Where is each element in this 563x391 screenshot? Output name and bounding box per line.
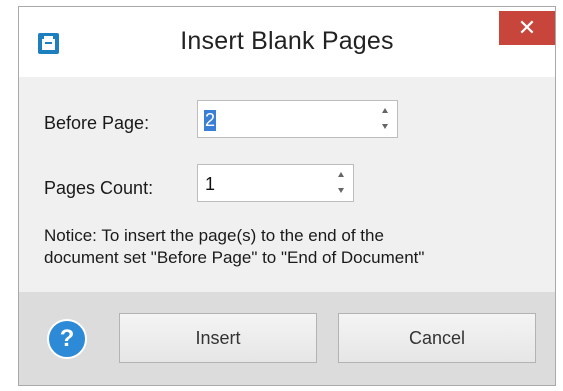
spin-up-icon[interactable]: [381, 107, 389, 115]
before-page-spinbox[interactable]: 2: [197, 100, 398, 138]
spin-up-icon[interactable]: [337, 171, 345, 179]
before-page-label: Before Page:: [44, 113, 150, 133]
pages-count-input[interactable]: 1: [205, 174, 215, 195]
spin-down-icon[interactable]: [337, 186, 345, 194]
pages-count-label: Pages Count:: [44, 178, 154, 198]
help-glyph: ?: [59, 325, 75, 352]
notice-line-2: document set "Before Page" to "End of Do…: [44, 248, 425, 267]
dialog-footer: ? Insert Cancel: [19, 292, 555, 385]
insert-button[interactable]: Insert: [119, 313, 317, 363]
notice-line-1: Notice: To insert the page(s) to the end…: [44, 226, 384, 245]
title-bar[interactable]: Insert Blank Pages ✕: [19, 7, 555, 77]
cancel-button[interactable]: Cancel: [338, 313, 536, 363]
notice-text: Notice: To insert the page(s) to the end…: [44, 225, 544, 269]
close-button[interactable]: ✕: [499, 11, 555, 45]
pages-count-spinbox[interactable]: 1: [197, 164, 354, 202]
before-page-input[interactable]: 2: [204, 110, 217, 131]
before-page-spin-arrows[interactable]: [379, 104, 391, 134]
close-icon: ✕: [517, 15, 537, 40]
dialog-content: Before Page: 2 Pages Count: 1 Notice: To…: [19, 77, 555, 292]
insert-blank-pages-dialog: Insert Blank Pages ✕ Before Page: 2 Page…: [18, 6, 556, 386]
pages-count-spin-arrows[interactable]: [335, 168, 347, 198]
dialog-title: Insert Blank Pages: [180, 27, 394, 55]
spin-down-icon[interactable]: [381, 122, 389, 130]
help-icon[interactable]: ?: [47, 319, 87, 359]
